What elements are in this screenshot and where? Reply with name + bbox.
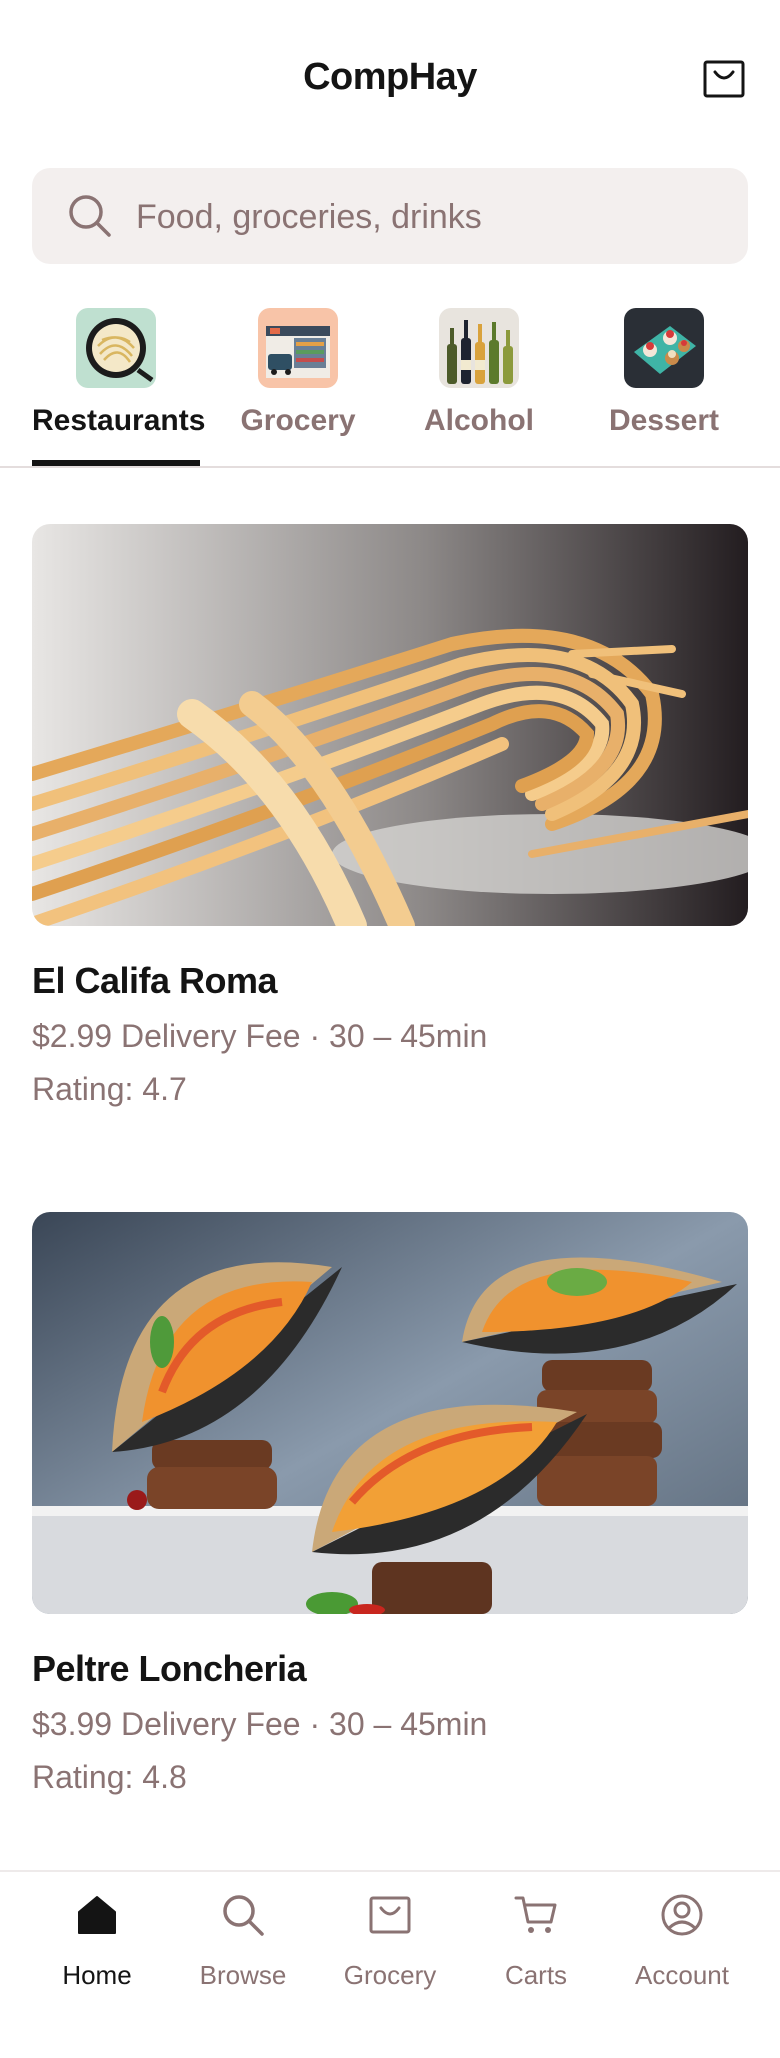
restaurant-rating: Rating: 4.7 [32, 1071, 187, 1107]
search-placeholder: Food, groceries, drinks [136, 198, 482, 236]
nav-label: Carts [504, 1960, 568, 1990]
wine-bottles-icon [439, 308, 519, 388]
shopping-bag-icon [369, 1896, 411, 1934]
tacos-photo [32, 1212, 748, 1614]
tab-label: Alcohol [424, 404, 534, 437]
tab-restaurants[interactable]: Restaurants [32, 300, 206, 438]
tab-label: Dessert [608, 404, 720, 437]
tab-label: Restaurants [32, 404, 206, 437]
category-tabs: Restaurants Grocery Alcohol Dessert [0, 300, 780, 468]
nav-label: Account [635, 1960, 729, 1990]
search-icon [223, 1895, 264, 1936]
nav-label: Home [62, 1960, 132, 1990]
tab-grocery[interactable]: Grocery [218, 300, 378, 438]
restaurant-name: El Califa Roma [32, 960, 278, 1001]
restaurant-name: Peltre Loncheria [32, 1648, 307, 1689]
restaurant-card[interactable]: El Califa Roma $2.99 Delivery Fee · 30 –… [32, 524, 748, 1108]
tab-label: Grocery [240, 404, 356, 437]
shopping-bag-icon [703, 60, 745, 98]
restaurant-card[interactable]: Peltre Loncheria $3.99 Delivery Fee · 30… [32, 1212, 748, 1796]
search-icon [69, 195, 111, 237]
pasta-bowl-icon [76, 308, 156, 388]
nav-grocery[interactable]: Grocery [315, 1892, 465, 1991]
top-bar: CompHay [0, 0, 780, 160]
account-icon [661, 1894, 703, 1936]
cupcakes-icon [624, 308, 704, 388]
cart-icon [514, 1896, 557, 1933]
nav-account[interactable]: Account [607, 1892, 757, 1991]
nav-carts[interactable]: Carts [461, 1892, 611, 1991]
nav-browse[interactable]: Browse [168, 1892, 318, 1991]
delivery-info: $2.99 Delivery Fee · 30 – 45min [32, 1018, 488, 1054]
tab-alcohol[interactable]: Alcohol [404, 300, 554, 438]
delivery-info: $3.99 Delivery Fee · 30 – 45min [32, 1706, 488, 1742]
tab-dessert[interactable]: Dessert [586, 300, 742, 438]
restaurant-rating: Rating: 4.8 [32, 1759, 187, 1795]
active-tab-indicator [32, 460, 200, 466]
search-input[interactable]: Food, groceries, drinks [32, 168, 748, 264]
app-title: CompHay [303, 56, 477, 98]
bottom-nav: Home Browse Grocery Carts Account [0, 1870, 780, 2058]
spaghetti-photo [32, 524, 748, 926]
shopping-bag-button[interactable] [703, 60, 745, 98]
grocery-store-icon [258, 308, 338, 388]
home-icon [78, 1896, 116, 1934]
nav-label: Grocery [343, 1960, 437, 1990]
nav-label: Browse [199, 1960, 287, 1990]
nav-home[interactable]: Home [22, 1892, 172, 1991]
